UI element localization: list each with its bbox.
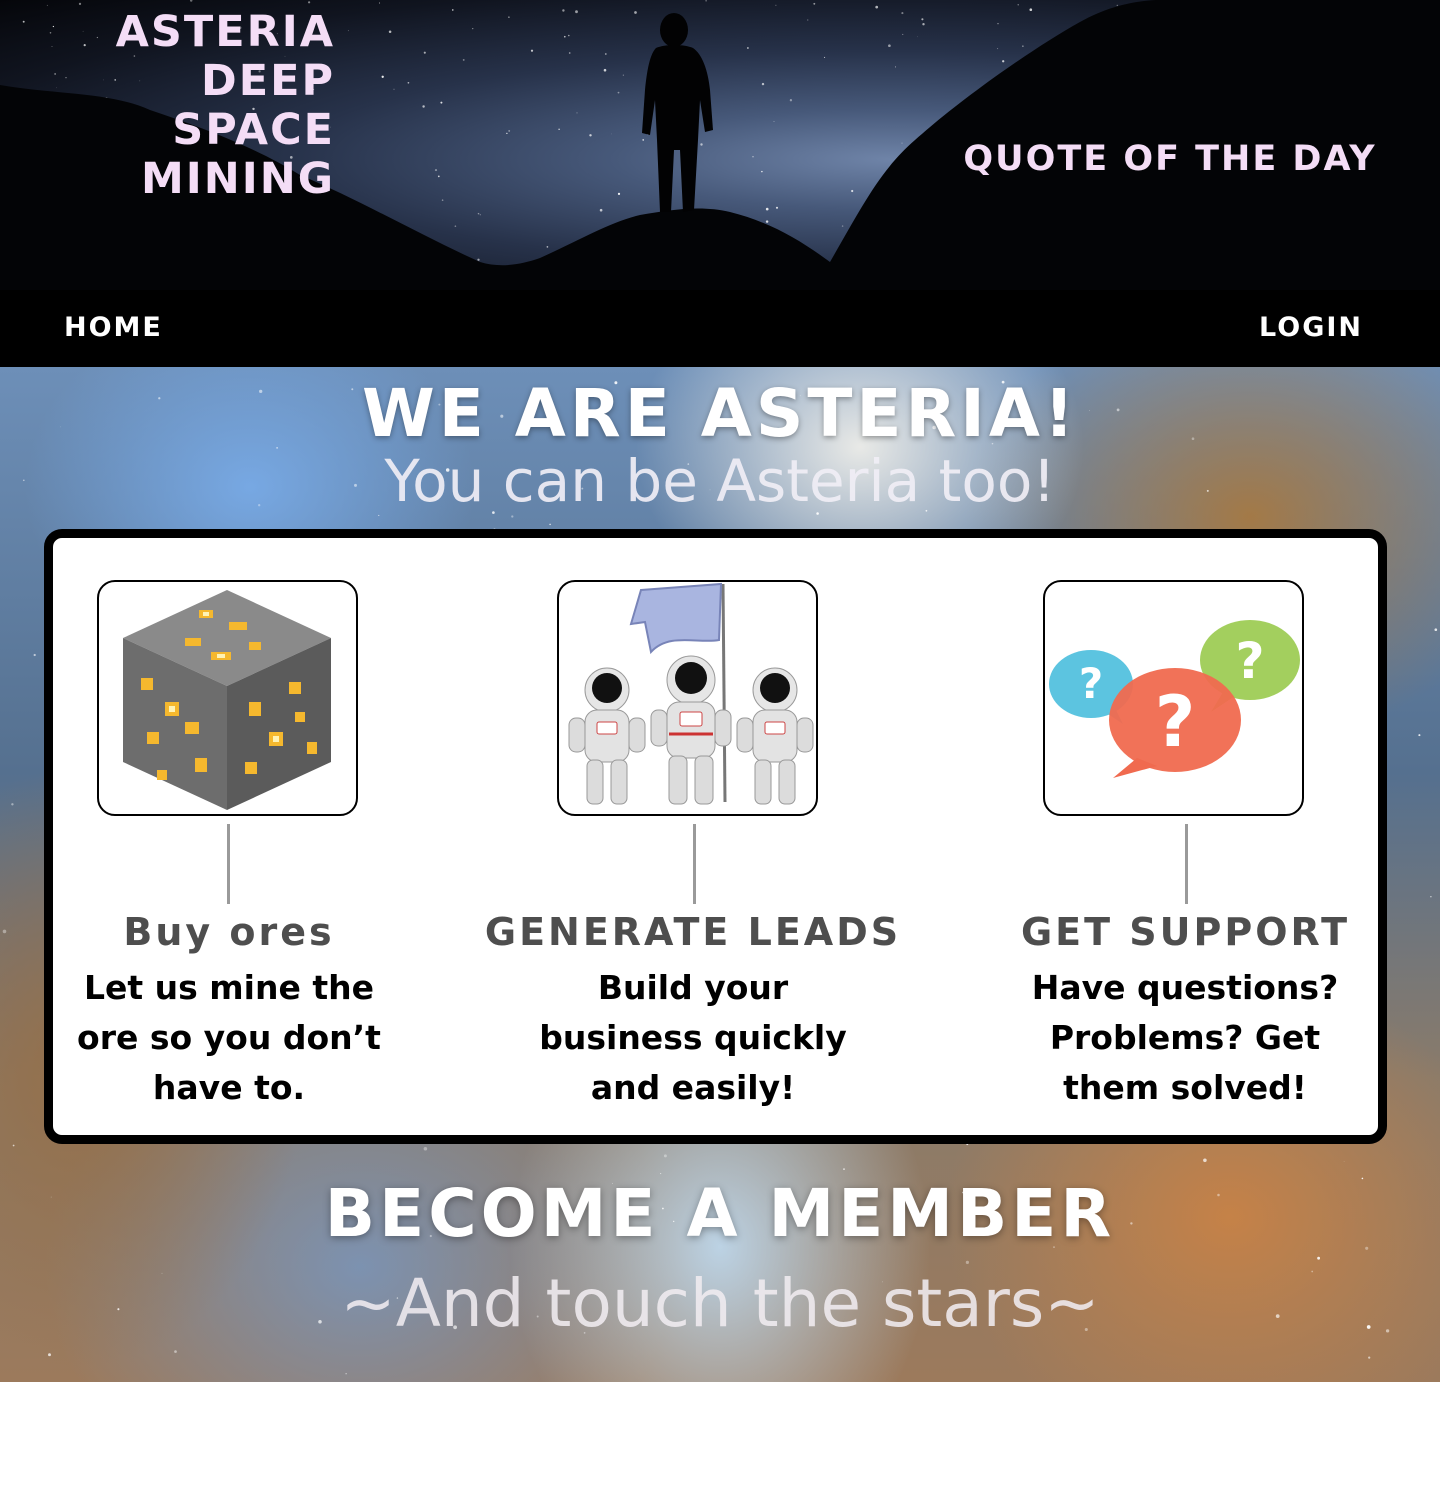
star bbox=[378, 514, 380, 516]
star bbox=[1430, 896, 1432, 898]
features-card: Buy ores Let us mine the ore so you don’… bbox=[44, 529, 1387, 1144]
svg-text:?: ? bbox=[1235, 632, 1264, 690]
star bbox=[1317, 1256, 1321, 1260]
star bbox=[549, 523, 551, 526]
brand-line: ASTERIA bbox=[115, 7, 335, 57]
question-bubbles-icon[interactable]: ? ? ? bbox=[1043, 580, 1304, 816]
quote-of-the-day-label[interactable]: QUOTE OF THE DAY bbox=[960, 138, 1380, 180]
feature-title: GET SUPPORT bbox=[1020, 910, 1350, 954]
star bbox=[1368, 1356, 1371, 1359]
star bbox=[843, 1168, 845, 1170]
star bbox=[511, 515, 514, 518]
star bbox=[33, 653, 36, 657]
astronaut bbox=[736, 667, 814, 805]
question-bubbles-graphic: ? ? ? bbox=[1049, 620, 1300, 778]
star bbox=[2, 929, 7, 934]
feature-title: Buy ores bbox=[123, 910, 335, 954]
brand-logo-text[interactable]: ASTERIA DEEP SPACE MINING bbox=[60, 8, 335, 204]
become-member-tagline: ~And touch the stars~ bbox=[340, 1265, 1100, 1342]
feature-get-support[interactable]: ? ? ? GET SUPPORT Have questions? Proble… bbox=[983, 538, 1388, 1135]
star bbox=[965, 1260, 970, 1264]
nav-login-link[interactable]: LOGIN bbox=[1259, 312, 1363, 343]
svg-text:?: ? bbox=[1079, 659, 1103, 708]
star bbox=[660, 1173, 662, 1175]
star bbox=[48, 1353, 51, 1357]
ore-cube-graphic bbox=[123, 590, 331, 810]
star bbox=[174, 1350, 177, 1353]
connector-line bbox=[693, 824, 696, 904]
astronauts-graphic bbox=[568, 582, 814, 805]
feature-description: Let us mine the ore so you don’t have to… bbox=[77, 968, 381, 1107]
star bbox=[1434, 628, 1438, 632]
star bbox=[663, 1154, 667, 1158]
become-member-heading[interactable]: BECOME A MEMBER bbox=[0, 1175, 1440, 1252]
connector-line bbox=[227, 824, 230, 904]
brand-line: MINING bbox=[140, 154, 335, 204]
star bbox=[423, 1146, 428, 1151]
main-navigation: HOME LOGIN bbox=[0, 290, 1440, 367]
feature-description: Have questions? Problems? Get them solve… bbox=[1031, 968, 1339, 1107]
nav-home-link[interactable]: HOME bbox=[64, 312, 163, 343]
star bbox=[12, 1144, 15, 1147]
star bbox=[1418, 734, 1421, 737]
star bbox=[11, 803, 14, 806]
astronaut bbox=[650, 655, 732, 805]
feature-buy-ores[interactable]: Buy ores Let us mine the ore so you don’… bbox=[53, 538, 405, 1135]
brand-line: DEEP bbox=[201, 56, 335, 106]
star bbox=[1203, 1158, 1207, 1163]
page-subheadline: You can be Asteria too! bbox=[384, 447, 1056, 515]
brand-line: SPACE bbox=[172, 105, 335, 155]
astronauts-flag-icon[interactable] bbox=[557, 580, 818, 816]
astronaut bbox=[568, 667, 646, 805]
feature-generate-leads[interactable]: GENERATE LEADS Build your business quick… bbox=[443, 538, 943, 1135]
page-headline: WE ARE ASTERIA! bbox=[361, 375, 1079, 452]
nebula-section: WE ARE ASTERIA! You can be Asteria too! bbox=[0, 367, 1440, 1382]
star bbox=[1343, 1160, 1345, 1162]
svg-text:?: ? bbox=[1155, 681, 1196, 763]
connector-line bbox=[1185, 824, 1188, 904]
feature-description: Build your business quickly and easily! bbox=[539, 968, 847, 1107]
gold-ore-block-icon[interactable] bbox=[97, 580, 358, 816]
star bbox=[345, 1373, 347, 1375]
hero-banner: ASTERIA DEEP SPACE MINING QUOTE OF THE D… bbox=[0, 0, 1440, 290]
feature-title: GENERATE LEADS bbox=[484, 910, 902, 954]
